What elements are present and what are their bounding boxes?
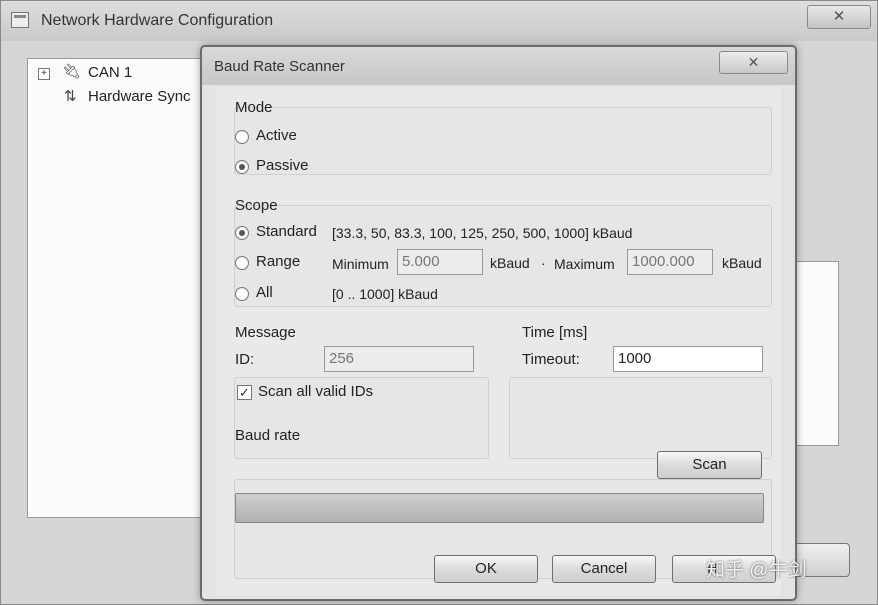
hardware-tree[interactable]: + 🔌︎ CAN 1 ⇅ Hardware Sync bbox=[27, 58, 227, 518]
minimum-field[interactable]: 5.000 bbox=[397, 249, 483, 275]
dialog-close-button[interactable]: ✕ bbox=[719, 51, 788, 74]
baud-rate-label: Baud rate bbox=[235, 427, 301, 444]
message-label: Message bbox=[235, 324, 296, 341]
main-close-button[interactable]: ✕ bbox=[807, 5, 871, 29]
check-icon: ✓ bbox=[239, 385, 250, 400]
time-label: Time [ms] bbox=[522, 324, 588, 341]
scan-progress-bar bbox=[235, 493, 764, 523]
radio-active[interactable] bbox=[235, 130, 249, 144]
scan-all-checkbox[interactable]: ✓ bbox=[237, 385, 252, 400]
progress-fill bbox=[236, 494, 763, 522]
time-group bbox=[509, 377, 772, 459]
tree-item-can1[interactable]: CAN 1 bbox=[88, 64, 132, 81]
maximum-field[interactable]: 1000.000 bbox=[627, 249, 713, 275]
baud-rate-scanner-dialog: Baud Rate Scanner ✕ Mode Active Passive … bbox=[200, 45, 797, 601]
dialog-title: Baud Rate Scanner bbox=[214, 58, 345, 75]
radio-all[interactable] bbox=[235, 287, 249, 301]
all-values: [0 .. 1000] kBaud bbox=[332, 286, 438, 302]
standard-values: [33.3, 50, 83.3, 100, 125, 250, 500, 100… bbox=[332, 225, 633, 241]
timeout-field[interactable]: 1000 bbox=[613, 346, 763, 372]
active-label[interactable]: Active bbox=[256, 127, 297, 144]
sync-icon: ⇅ bbox=[64, 88, 77, 105]
radio-standard[interactable] bbox=[235, 226, 249, 240]
plug-icon: 🔌︎ bbox=[62, 63, 82, 80]
passive-label[interactable]: Passive bbox=[256, 157, 309, 174]
id-label: ID: bbox=[235, 351, 255, 368]
dialog-body: Mode Active Passive Scope Standard [33.3… bbox=[216, 87, 781, 595]
radio-passive[interactable] bbox=[235, 160, 249, 174]
cancel-button[interactable]: Cancel bbox=[552, 555, 656, 583]
scope-label: Scope bbox=[235, 197, 278, 214]
details-panel bbox=[791, 261, 839, 446]
tree-item-hardware-sync[interactable]: Hardware Sync bbox=[88, 88, 191, 105]
scan-button[interactable]: Scan bbox=[657, 451, 762, 479]
radio-range[interactable] bbox=[235, 256, 249, 270]
dialog-titlebar: Baud Rate Scanner ✕ bbox=[202, 47, 795, 85]
ok-button[interactable]: OK bbox=[434, 555, 538, 583]
range-separator: · bbox=[541, 255, 546, 271]
minimum-unit: kBaud bbox=[490, 255, 530, 271]
id-field[interactable]: 256 bbox=[324, 346, 474, 372]
range-label[interactable]: Range bbox=[256, 253, 300, 270]
main-titlebar: Network Hardware Configuration ✕ bbox=[1, 1, 877, 41]
maximum-label: Maximum bbox=[554, 256, 615, 272]
main-window-title: Network Hardware Configuration bbox=[41, 12, 274, 29]
scan-all-label[interactable]: Scan all valid IDs bbox=[258, 383, 373, 400]
mode-group bbox=[234, 107, 772, 175]
standard-label[interactable]: Standard bbox=[256, 223, 317, 240]
minimum-label: Minimum bbox=[332, 256, 389, 272]
expand-icon[interactable]: + bbox=[38, 68, 50, 80]
watermark-text: 知乎 @牛剑 bbox=[706, 560, 807, 581]
window-icon bbox=[11, 12, 29, 28]
mode-label: Mode bbox=[235, 99, 273, 116]
maximum-unit: kBaud bbox=[722, 255, 762, 271]
all-label[interactable]: All bbox=[256, 284, 273, 301]
timeout-label: Timeout: bbox=[522, 351, 580, 368]
